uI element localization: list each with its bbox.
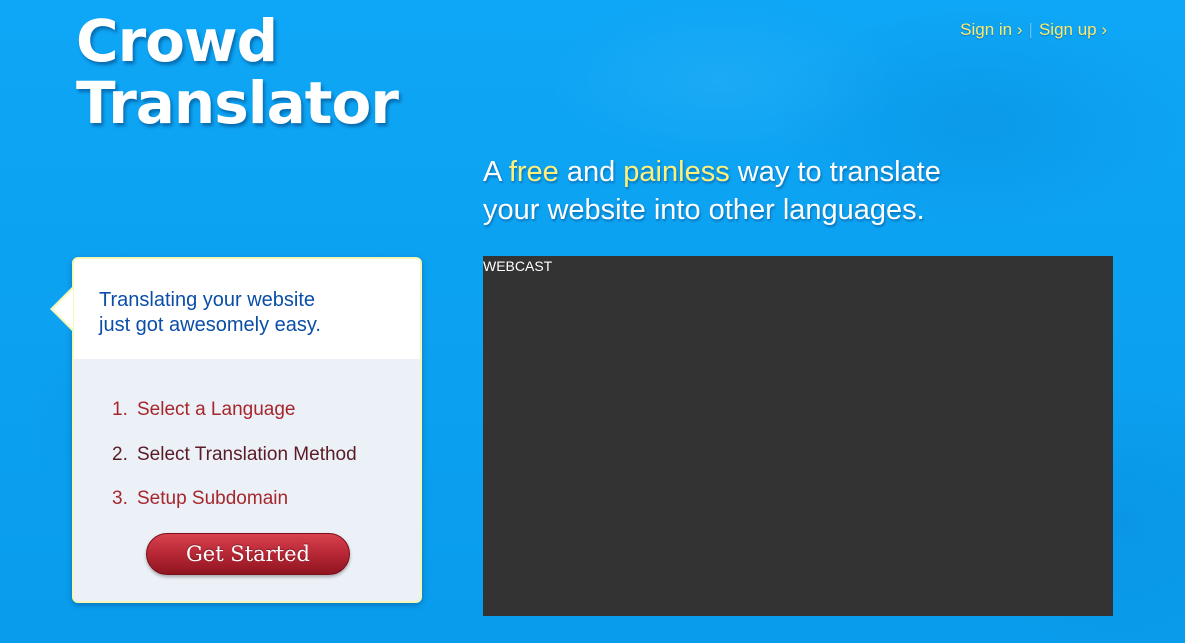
tagline-text: and (558, 156, 624, 188)
auth-links: Sign in › | Sign up › (960, 20, 1107, 40)
step-number: 1. (112, 399, 128, 420)
tagline-line-2: your website into other languages. (483, 194, 925, 226)
tagline-highlight-painless: painless (623, 156, 730, 188)
panel-heading: Translating your website just got awesom… (99, 288, 321, 338)
get-started-button[interactable]: Get Started (146, 533, 350, 575)
panel-heading-line-1: Translating your website (99, 289, 316, 311)
step-select-language[interactable]: 1. Select a Language (112, 399, 357, 444)
step-setup-subdomain[interactable]: 3. Setup Subdomain (112, 488, 357, 533)
tagline-highlight-free: free (508, 156, 559, 188)
panel-heading-line-2: just got awesomely easy. (99, 314, 321, 336)
webcast-video-player[interactable]: WEBCAST (483, 256, 1113, 616)
site-logo[interactable]: Crowd Translator (76, 7, 399, 137)
auth-separator: | (1028, 20, 1033, 39)
getting-started-panel: Translating your website just got awesom… (50, 257, 422, 603)
step-label: Select Translation Method (137, 443, 357, 465)
webcast-label: WEBCAST (483, 258, 553, 274)
tagline-line-1: A free and painless way to translate (483, 153, 941, 191)
step-select-translation-method[interactable]: 2. Select Translation Method (112, 444, 357, 489)
tagline-text: way to translate (729, 156, 941, 188)
step-number: 2. (112, 443, 128, 465)
sign-in-link[interactable]: Sign in › (960, 20, 1022, 39)
tagline: A free and painless way to translate you… (483, 153, 941, 229)
logo-line-2: Translator (76, 69, 399, 137)
callout-arrow (53, 289, 73, 329)
sign-up-link[interactable]: Sign up › (1039, 20, 1107, 39)
logo-line-1: Crowd (76, 7, 278, 75)
step-label: Select a Language (137, 399, 296, 420)
tagline-text: A (483, 156, 509, 188)
step-number: 3. (112, 488, 128, 509)
step-label: Setup Subdomain (137, 488, 289, 509)
steps-list: 1. Select a Language 2. Select Translati… (112, 399, 357, 533)
